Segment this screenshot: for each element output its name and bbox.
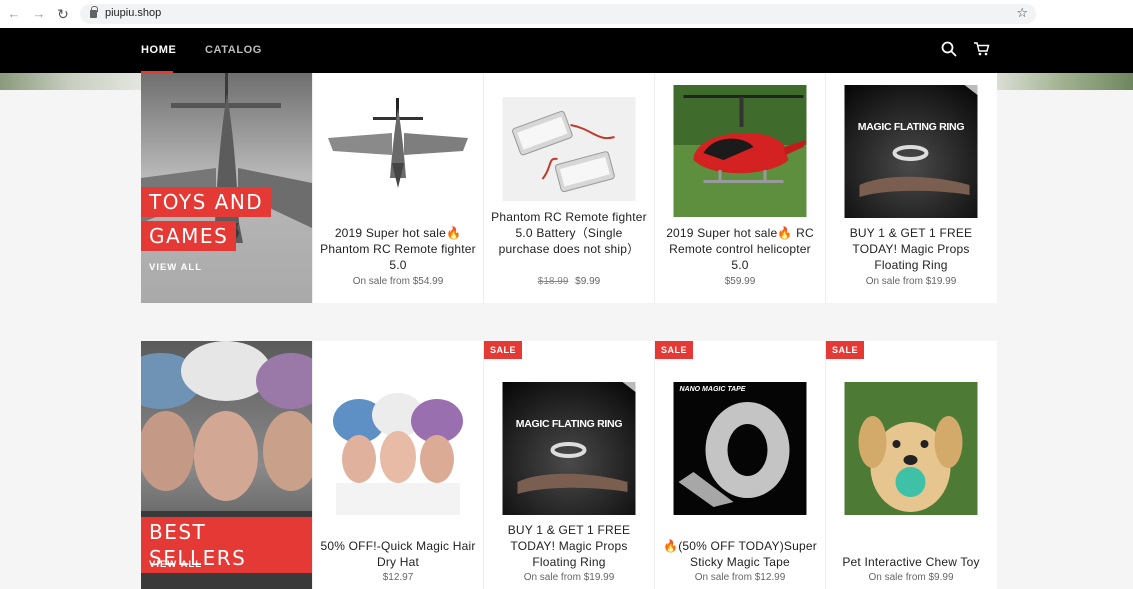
product-card[interactable]: SALE Pet Interactive Chew Toy On sale fr… [825, 341, 996, 589]
product-card[interactable]: MAGIC FLATING RING BUY 1 & GET 1 FREE TO… [825, 73, 996, 303]
cart-icon[interactable] [973, 41, 990, 57]
bookmark-star-icon[interactable]: ☆ [1016, 5, 1028, 21]
product-title[interactable]: BUY 1 & GET 1 FREE TODAY! Magic Props Fl… [490, 522, 648, 570]
product-title[interactable]: Phantom RC Remote fighter 5.0 Battery（Si… [490, 209, 648, 257]
product-price: On sale from $54.99 [319, 276, 477, 287]
price-prefix: On sale from [865, 276, 923, 287]
product-card[interactable]: SALE NANO MAGIC TAPE 🔥(50% OFF TODAY)Sup… [654, 341, 825, 589]
collection-title-line-1[interactable]: TOYS AND [141, 187, 272, 217]
product-image-magic-ring: MAGIC FLATING RING [844, 85, 978, 218]
product-title[interactable]: BUY 1 & GET 1 FREE TODAY! Magic Props Fl… [832, 225, 990, 273]
sale-badge: SALE [655, 341, 694, 359]
price-value: $59.99 [724, 276, 756, 287]
hero-background-right [997, 73, 1133, 90]
collection-best-sellers: BEST SELLERS VIEW ALL 50% OFF!-Quick Mag… [141, 341, 997, 589]
product-price: On sale from $19.99 [832, 276, 990, 287]
product-image-rc-fighter [328, 93, 468, 193]
nav-home[interactable]: HOME [141, 44, 176, 56]
product-image-helicopter [673, 85, 807, 217]
url-text[interactable]: piupiu.shop [105, 7, 161, 19]
reload-icon[interactable]: ↻ [55, 6, 71, 22]
price-value: $54.99 [412, 276, 444, 287]
product-price: $59.99 [661, 276, 819, 287]
price-value: $12.97 [382, 572, 414, 583]
product-title[interactable]: 🔥(50% OFF TODAY)Super Sticky Magic Tape [661, 538, 819, 570]
collection-title-line-2[interactable]: GAMES [141, 221, 237, 251]
price-value: $12.99 [754, 572, 786, 583]
view-all-link[interactable]: VIEW ALL [149, 262, 202, 273]
product-card[interactable]: 2019 Super hot sale🔥 Phantom RC Remote f… [312, 73, 483, 303]
product-title[interactable]: 2019 Super hot sale🔥 Phantom RC Remote f… [319, 225, 477, 273]
product-price: On sale from $9.99 [832, 572, 990, 583]
product-price: On sale from $19.99 [490, 572, 648, 583]
price-value: $19.99 [925, 276, 957, 287]
product-price: $12.97 [319, 572, 477, 583]
price-value: $9.99 [575, 276, 601, 287]
product-title[interactable]: 50% OFF!-Quick Magic Hair Dry Hat [319, 538, 477, 570]
compare-price: $18.99 [537, 276, 569, 287]
address-bar[interactable]: piupiu.shop ☆ [80, 4, 1036, 24]
product-card[interactable]: SALE MAGIC FLATING RING BUY 1 & GET 1 FR… [483, 341, 654, 589]
product-card[interactable]: Phantom RC Remote fighter 5.0 Battery（Si… [483, 73, 654, 303]
site-header: HOME CATALOG [0, 28, 1133, 73]
collection-featured-best-sellers[interactable]: BEST SELLERS VIEW ALL [141, 341, 312, 589]
sale-badge: SALE [484, 341, 523, 359]
product-image-hair-dry-hat [331, 391, 465, 515]
product-title[interactable]: 2019 Super hot sale🔥 RC Remote control h… [661, 225, 819, 273]
product-card[interactable]: 50% OFF!-Quick Magic Hair Dry Hat $12.97 [312, 341, 483, 589]
hero-background-left [0, 73, 141, 90]
product-image-chew-toy [844, 382, 978, 515]
nav-catalog[interactable]: CATALOG [205, 44, 262, 56]
product-title[interactable]: Pet Interactive Chew Toy [832, 554, 990, 570]
sale-badge: SALE [826, 341, 865, 359]
price-prefix: On sale from [868, 572, 926, 583]
search-icon[interactable] [941, 41, 957, 57]
price-value: $19.99 [583, 572, 615, 583]
back-arrow-icon[interactable]: ← [6, 6, 22, 22]
price-prefix: On sale from [523, 572, 581, 583]
forward-arrow-icon[interactable]: → [31, 6, 47, 22]
browser-toolbar: ← → ↻ piupiu.shop ☆ [0, 0, 1133, 28]
price-prefix: On sale from [352, 276, 410, 287]
price-value: $9.99 [928, 572, 954, 583]
product-image-battery [502, 97, 636, 201]
product-image-magic-ring: MAGIC FLATING RING [502, 382, 636, 515]
product-image-magic-tape: NANO MAGIC TAPE [673, 382, 807, 515]
collection-toys-and-games: TOYS AND GAMES VIEW ALL 2019 Super hot s… [141, 73, 997, 303]
collection-featured-toys[interactable]: TOYS AND GAMES VIEW ALL [141, 73, 312, 303]
view-all-link[interactable]: VIEW ALL [149, 559, 202, 570]
lock-icon [90, 6, 98, 18]
product-card[interactable]: 2019 Super hot sale🔥 RC Remote control h… [654, 73, 825, 303]
price-prefix: On sale from [694, 572, 752, 583]
product-price: On sale from $12.99 [661, 572, 819, 583]
product-price: $18.99 $9.99 [490, 276, 648, 287]
